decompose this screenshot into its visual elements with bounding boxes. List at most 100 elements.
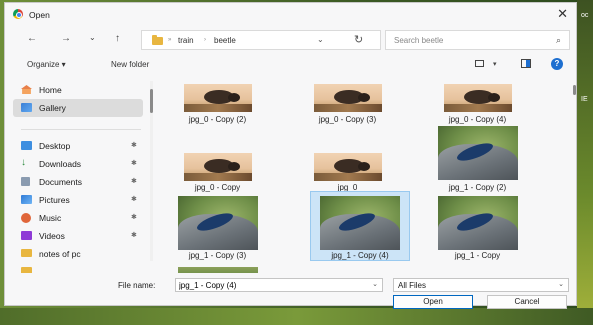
sidebar-item-pictures[interactable]: Pictures ✱ <box>13 191 143 209</box>
navigation-bar: ← → ⌄ ↑ » train › beetle ⌄ ↻ Search beet… <box>5 27 576 53</box>
help-icon[interactable]: ? <box>551 58 563 70</box>
sidebar-item-label: notes of pc <box>39 249 81 259</box>
scrollbar-thumb[interactable] <box>573 85 576 95</box>
sidebar-item-gallery[interactable]: Gallery <box>13 99 143 117</box>
sidebar-item-documents[interactable]: Documents ✱ <box>13 173 143 191</box>
downloads-icon: ↓ <box>21 157 26 168</box>
address-bar[interactable]: » train › beetle ⌄ ↻ <box>141 30 381 50</box>
sidebar-scrollbar[interactable] <box>150 81 153 261</box>
documents-icon <box>21 177 30 186</box>
file-name: jpg_1 - Copy <box>454 251 501 260</box>
image-thumbnail <box>437 196 518 250</box>
sidebar-item-downloads[interactable]: ↓ Downloads ✱ <box>13 155 143 173</box>
organize-menu[interactable]: Organize ▾ <box>27 60 66 69</box>
image-thumbnail <box>177 196 258 250</box>
open-dialog: Open ✕ ← → ⌄ ↑ » train › beetle ⌄ ↻ Sear… <box>4 2 577 309</box>
file-tile[interactable]: jpg_1 - Copy (3) <box>170 195 265 260</box>
scrollbar-thumb[interactable] <box>150 89 153 113</box>
file-tile[interactable]: jpg_0 - Copy (3) <box>300 77 395 141</box>
chrome-icon <box>13 9 23 19</box>
search-box[interactable]: Search beetle ⌕ <box>385 30 570 50</box>
sidebar-divider <box>21 129 141 130</box>
file-type-select[interactable]: All Files ⌄ <box>393 278 569 292</box>
image-thumbnail <box>320 196 400 250</box>
sidebar-item-notes-of-pc[interactable]: notes of pc <box>13 245 143 263</box>
chevron-down-icon[interactable]: ⌄ <box>558 280 564 288</box>
refresh-icon[interactable]: ↻ <box>354 33 363 46</box>
image-thumbnail <box>183 153 252 181</box>
file-list-scrollbar[interactable] <box>571 77 577 273</box>
folder-icon <box>152 35 163 45</box>
toolbar: Organize ▾ New folder ▾ ? <box>5 55 576 77</box>
file-name: jpg_1 - Copy (3) <box>188 251 247 260</box>
file-name: jpg_0 - Copy (4) <box>448 115 507 124</box>
sidebar-item-desktop[interactable]: Desktop ✱ <box>13 137 143 155</box>
sidebar-item-label: Videos <box>39 231 65 241</box>
view-icon[interactable] <box>475 60 484 67</box>
address-dropdown-icon[interactable]: ⌄ <box>317 35 324 44</box>
sidebar-item-label: Downloads <box>39 159 82 169</box>
breadcrumb-train[interactable]: train <box>178 36 194 45</box>
pin-icon[interactable]: ✱ <box>131 177 137 185</box>
file-tile[interactable]: jpg_1 - Copy (2) <box>430 125 525 192</box>
sidebar-item-videos[interactable]: Videos ✱ <box>13 227 143 245</box>
background-text: IE <box>581 96 588 103</box>
sidebar-item-partial[interactable] <box>13 263 143 273</box>
pin-icon[interactable]: ✱ <box>131 231 137 239</box>
sidebar-item-home[interactable]: Home <box>13 81 143 99</box>
cancel-button[interactable]: Cancel <box>487 295 567 309</box>
breadcrumb-beetle[interactable]: beetle <box>214 36 236 45</box>
pictures-icon <box>21 195 32 204</box>
sidebar-item-label: Home <box>39 85 62 95</box>
view-dropdown-icon[interactable]: ▾ <box>493 60 497 68</box>
file-name: jpg_0 - Copy (2) <box>188 115 247 124</box>
image-thumbnail <box>437 126 518 180</box>
videos-icon <box>21 231 32 240</box>
sidebar-item-label: Music <box>39 213 62 223</box>
up-button[interactable]: ↑ <box>115 34 120 44</box>
music-icon <box>21 213 31 223</box>
sidebar-item-label: Pictures <box>39 195 70 205</box>
new-folder-button[interactable]: New folder <box>111 60 149 69</box>
forward-button[interactable]: → <box>61 34 71 44</box>
folder-icon <box>21 249 32 257</box>
background-strip: oc IE <box>577 0 593 325</box>
sidebar-item-label: Desktop <box>39 141 71 151</box>
preview-pane-icon[interactable] <box>521 59 531 68</box>
background-text: oc <box>581 12 589 19</box>
background-strip <box>0 308 593 325</box>
breadcrumb-overflow-icon[interactable]: » <box>168 37 171 43</box>
search-icon[interactable]: ⌕ <box>556 35 561 46</box>
pin-icon[interactable]: ✱ <box>131 195 137 203</box>
chevron-right-icon: › <box>204 37 206 43</box>
back-button[interactable]: ← <box>27 34 37 44</box>
gallery-icon <box>21 103 32 112</box>
file-tile-selected[interactable]: jpg_1 - Copy (4) <box>310 191 410 261</box>
file-name-field[interactable]: ⌄ <box>175 278 383 292</box>
image-thumbnail <box>443 84 512 112</box>
close-button[interactable]: ✕ <box>557 7 568 20</box>
pin-icon[interactable]: ✱ <box>131 141 137 149</box>
image-thumbnail <box>313 153 382 181</box>
open-button[interactable]: Open <box>393 295 473 309</box>
desktop-icon <box>21 141 32 150</box>
file-tile[interactable]: jpg_0 - Copy (2) <box>170 77 265 141</box>
image-thumbnail <box>183 84 252 112</box>
pin-icon[interactable]: ✱ <box>131 159 137 167</box>
recent-locations-button[interactable]: ⌄ <box>89 33 96 43</box>
file-name-input[interactable] <box>179 280 369 290</box>
file-list: jpg_0 - Copy (2) jpg_0 - Copy (3) jpg_0 … <box>165 77 571 273</box>
file-tile[interactable]: jpg_1 - Copy <box>430 195 525 260</box>
pin-icon[interactable]: ✱ <box>131 213 137 221</box>
title-bar: Open ✕ <box>5 3 576 25</box>
chevron-down-icon[interactable]: ⌄ <box>372 280 378 288</box>
sidebar-item-label: Documents <box>39 177 82 187</box>
file-name: jpg_0 - Copy (3) <box>318 115 377 124</box>
navigation-pane: Home Gallery Desktop ✱ ↓ Downloads ✱ Doc… <box>5 77 153 273</box>
sidebar-item-music[interactable]: Music ✱ <box>13 209 143 227</box>
search-placeholder: Search beetle <box>394 36 444 45</box>
dialog-title: Open <box>29 10 50 20</box>
file-name: jpg_1 - Copy (4) <box>331 251 389 260</box>
file-name: jpg_1 - Copy (2) <box>448 183 507 192</box>
file-name-label: File name: <box>118 281 156 290</box>
